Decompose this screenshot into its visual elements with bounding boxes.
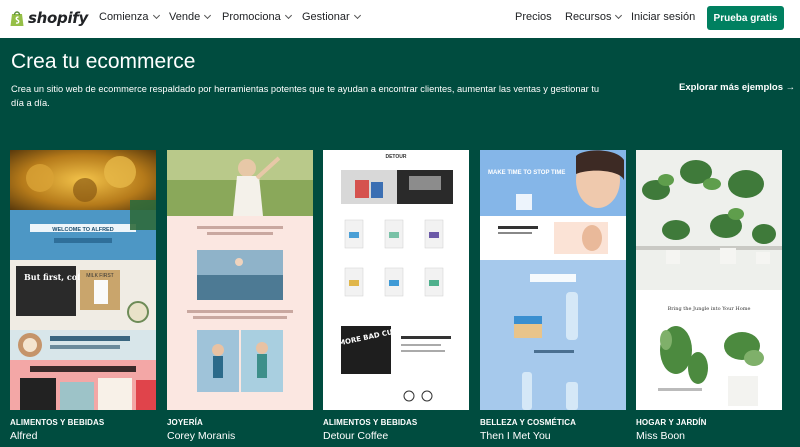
top-navigation: shopify Comienza Vende Promociona Gestio… (0, 0, 800, 38)
store-category: HOGAR Y JARDÍN (636, 418, 707, 427)
nav-comienza[interactable]: Comienza (99, 11, 160, 23)
store-name[interactable]: Then I Met You (480, 430, 551, 442)
chevron-down-icon (152, 11, 160, 20)
explore-label: Explorar más ejemplos (679, 82, 784, 93)
detour-coffee-site-preview: DETOUR NO MORE BAD CUPS (323, 150, 469, 410)
alfred-site-preview: WELCOME TO ALFRED But first, coffee. MIL… (10, 150, 156, 410)
nav-recursos[interactable]: Recursos (565, 11, 623, 23)
corey-moranis-site-preview (167, 150, 313, 410)
store-thumbnail[interactable]: DETOUR NO MORE BAD CUPS (323, 150, 469, 410)
store-thumbnail[interactable] (167, 150, 313, 410)
alfred-milk-text: MILK FIRST (86, 273, 114, 279)
nav-label: Gestionar (302, 11, 350, 23)
hero-description: Crea un sitio web de ecommerce respaldad… (11, 84, 600, 108)
nav-precios[interactable]: Precios (515, 11, 552, 23)
shopping-bag-icon (10, 11, 24, 26)
store-name[interactable]: Corey Moranis (167, 430, 235, 442)
nav-gestionar[interactable]: Gestionar (302, 11, 361, 23)
store-category: BELLEZA Y COSMÉTICA (480, 418, 576, 427)
arrow-right-icon: → (785, 82, 796, 93)
nav-iniciar-sesion[interactable]: Iniciar sesión (631, 11, 695, 23)
store-name[interactable]: Alfred (10, 430, 37, 442)
detour-logo-text: DETOUR (385, 154, 406, 160)
nav-vende[interactable]: Vende (169, 11, 212, 23)
chevron-down-icon (353, 11, 361, 20)
nav-label: Precios (515, 11, 552, 23)
chevron-down-icon (615, 11, 623, 20)
thenimetyou-hero-text: MAKE TIME TO STOP TIME (488, 170, 565, 176)
shopify-logo[interactable]: shopify (9, 8, 88, 28)
store-thumbnail[interactable]: Bring the Jungle into Your Home (636, 150, 782, 410)
logo-wordmark: shopify (28, 9, 88, 27)
alfred-welcome-text: WELCOME TO ALFRED (52, 227, 113, 233)
store-category: ALIMENTOS Y BEBIDAS (323, 418, 418, 427)
then-i-met-you-site-preview: MAKE TIME TO STOP TIME (480, 150, 626, 410)
explore-more-link[interactable]: Explorar más ejemplos → (679, 82, 795, 93)
nav-label: Recursos (565, 11, 612, 23)
store-category: ALIMENTOS Y BEBIDAS (10, 418, 105, 427)
nav-label: Iniciar sesión (631, 11, 696, 23)
miss-boon-site-preview: Bring the Jungle into Your Home (636, 150, 782, 410)
missboon-tagline: Bring the Jungle into Your Home (668, 306, 751, 312)
store-name[interactable]: Detour Coffee (323, 430, 388, 442)
free-trial-button[interactable]: Prueba gratis (707, 6, 784, 30)
nav-label: Comienza (99, 11, 149, 23)
nav-promociona[interactable]: Promociona (222, 11, 292, 23)
chevron-down-icon (284, 11, 292, 20)
store-name[interactable]: Miss Boon (636, 430, 685, 442)
page-title: Crea tu ecommerce (11, 50, 196, 73)
store-thumbnail[interactable]: WELCOME TO ALFRED But first, coffee. MIL… (10, 150, 156, 410)
nav-label: Vende (169, 11, 201, 23)
nav-label: Promociona (222, 11, 281, 23)
chevron-down-icon (204, 11, 212, 20)
store-thumbnail[interactable]: MAKE TIME TO STOP TIME (480, 150, 626, 410)
store-category: JOYERÍA (167, 418, 203, 427)
